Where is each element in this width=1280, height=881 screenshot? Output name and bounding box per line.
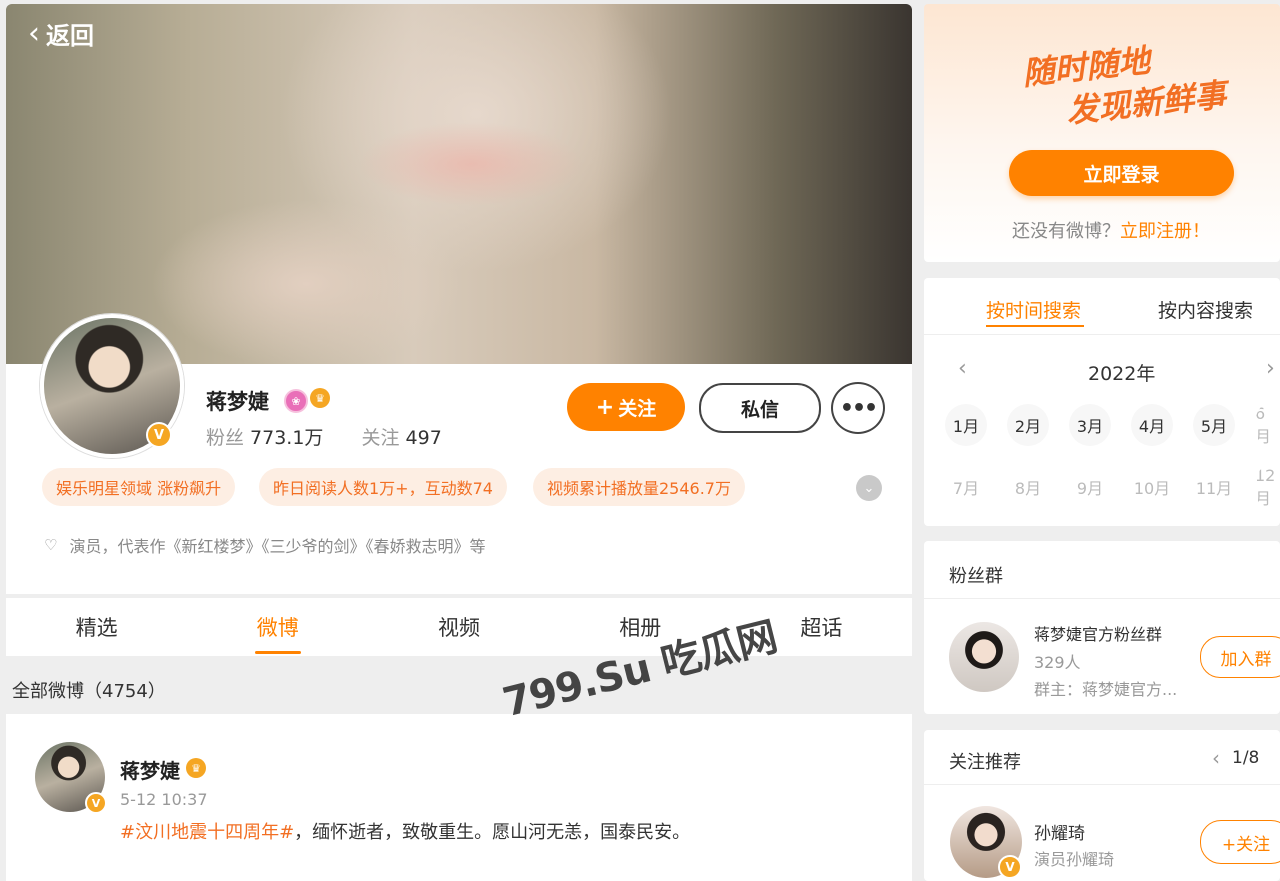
- back-button[interactable]: ‹ 返回: [28, 16, 94, 51]
- tag-video-plays[interactable]: 视频累计播放量2546.7万: [533, 468, 745, 506]
- month-9: 9月: [1076, 479, 1104, 498]
- fan-crown-icon: ♛: [186, 758, 206, 778]
- verified-v-icon: V: [998, 855, 1022, 879]
- recommend-desc: 演员孙耀琦: [1034, 850, 1115, 869]
- recommend-name[interactable]: 孙耀琦: [1034, 819, 1085, 844]
- tab-video[interactable]: 视频: [368, 598, 549, 656]
- fan-crown-icon[interactable]: ♛: [310, 388, 330, 408]
- month-12: 12月: [1255, 466, 1276, 508]
- group-avatar[interactable]: [949, 622, 1019, 692]
- follow-label: 关注: [618, 397, 657, 420]
- weibo-count: 全部微博（4754）: [12, 681, 166, 702]
- chevron-right-icon[interactable]: ›: [1266, 356, 1275, 381]
- tab-search-by-time[interactable]: 按时间搜索: [986, 296, 1081, 323]
- divider: [924, 598, 1280, 599]
- post-author[interactable]: 蒋梦婕: [120, 755, 180, 784]
- month-8: 8月: [1014, 479, 1042, 498]
- verified-v-icon: V: [85, 792, 107, 814]
- more-options-button[interactable]: •••: [831, 382, 885, 434]
- tab-featured[interactable]: 精选: [6, 598, 187, 656]
- divider: [924, 334, 1280, 335]
- month-11: 11月: [1195, 479, 1233, 498]
- divider: [924, 784, 1280, 785]
- month-3[interactable]: 3月: [1069, 404, 1111, 446]
- recommend-title: 关注推荐: [949, 752, 1021, 773]
- fans-count[interactable]: 773.1万: [250, 427, 323, 449]
- expand-chevron-icon[interactable]: ⌄: [856, 475, 882, 501]
- join-group-button[interactable]: 加入群: [1200, 636, 1280, 678]
- group-owner: 群主：蒋梦婕官方...: [1034, 680, 1178, 699]
- register-prompt: 还没有微博？立即注册！: [1012, 217, 1210, 243]
- profile-stats: 粉丝 773.1万 关注 497: [206, 423, 442, 450]
- month-7: 7月: [952, 479, 980, 498]
- chevron-left-icon[interactable]: ‹: [1212, 746, 1220, 770]
- tag-reads[interactable]: 昨日阅读人数1万+，互动数74: [259, 468, 507, 506]
- following-label: 关注: [361, 427, 400, 449]
- month-4[interactable]: 4月: [1131, 404, 1173, 446]
- pager-text: 1/8: [1232, 748, 1260, 768]
- active-tab-underline: [986, 325, 1084, 327]
- bio: ♡ 演员，代表作《新红楼梦》《三少爷的剑》《春娇救志明》等: [44, 533, 485, 557]
- month-10: 10月: [1133, 479, 1171, 498]
- group-members: 329人: [1034, 653, 1081, 672]
- plus-icon: +: [595, 394, 615, 420]
- chevron-left-icon[interactable]: ‹: [958, 356, 967, 381]
- more-dots-icon: •••: [839, 395, 878, 421]
- month-2[interactable]: 2月: [1007, 404, 1049, 446]
- post-topic-link[interactable]: #汶川地震十四周年#: [120, 822, 294, 843]
- post-text: #汶川地震十四周年#，缅怀逝者，致敬重生。愿山河无恙，国泰民安。: [120, 818, 690, 844]
- month-1[interactable]: 1月: [945, 404, 987, 446]
- register-link[interactable]: 立即注册！: [1120, 221, 1210, 242]
- register-prompt-text: 还没有微博？: [1012, 221, 1120, 242]
- back-label: 返回: [46, 22, 94, 50]
- message-button[interactable]: 私信: [699, 383, 821, 433]
- profile-name: 蒋梦婕: [206, 390, 269, 414]
- cover-banner: [6, 4, 912, 364]
- recommend-pager: ‹ 1/8: [1212, 746, 1259, 770]
- tab-weibo[interactable]: 微博: [187, 598, 368, 656]
- fan-group-title: 粉丝群: [949, 566, 1003, 587]
- month-5[interactable]: 5月: [1193, 404, 1235, 446]
- verified-v-icon: V: [146, 422, 172, 448]
- shield-heart-icon: ♡: [44, 536, 58, 554]
- fans-label: 粉丝: [206, 427, 245, 449]
- month-6: 6月: [1255, 404, 1272, 446]
- post-body: ，缅怀逝者，致敬重生。愿山河无恙，国泰民安。: [294, 822, 691, 843]
- tab-search-by-content[interactable]: 按内容搜索: [1158, 296, 1253, 323]
- recommend-follow-button[interactable]: +关注: [1200, 820, 1280, 864]
- group-name[interactable]: 蒋梦婕官方粉丝群: [1034, 621, 1162, 645]
- login-button[interactable]: 立即登录: [1009, 150, 1234, 196]
- message-label: 私信: [740, 398, 779, 421]
- bio-text: 演员，代表作《新红楼梦》《三少爷的剑》《春娇救志明》等: [69, 537, 486, 556]
- tag-growth[interactable]: 娱乐明星领域 涨粉飙升: [42, 468, 236, 506]
- post-time[interactable]: 5-12 10:37: [120, 790, 208, 809]
- chevron-left-icon: ‹: [28, 15, 40, 51]
- member-level-icon[interactable]: ❀: [284, 389, 308, 413]
- following-count[interactable]: 497: [406, 427, 442, 449]
- year-label: 2022年: [1088, 363, 1156, 385]
- follow-button[interactable]: + 关注: [567, 383, 685, 431]
